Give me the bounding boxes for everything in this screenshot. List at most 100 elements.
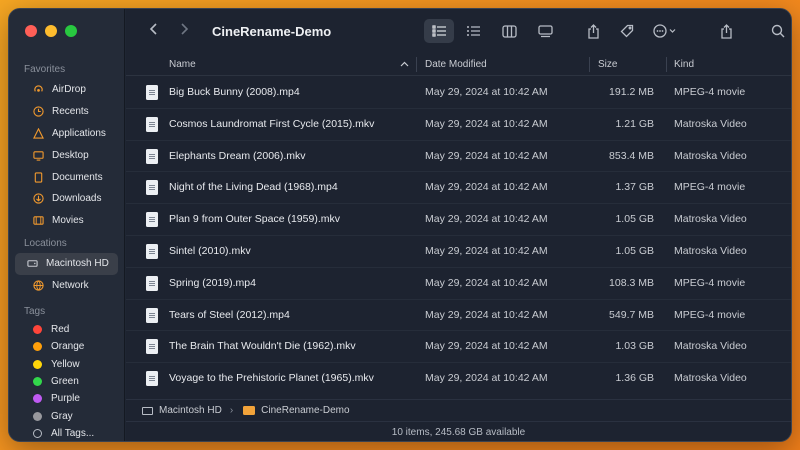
forward-button[interactable] xyxy=(172,22,196,41)
toolbar: CineRename-Demo xyxy=(126,9,791,53)
desktop-icon xyxy=(33,150,44,161)
file-size: 1.05 GB xyxy=(615,213,654,226)
table-row[interactable]: Big Buck Bunny (2008).mp4 May 29, 2024 at… xyxy=(126,77,791,109)
file-name: Tears of Steel (2012).mp4 xyxy=(169,308,290,321)
file-kind: Matroska Video xyxy=(674,149,747,162)
table-row[interactable]: Tears of Steel (2012).mp4 May 29, 2024 at… xyxy=(126,300,791,332)
sidebar-item-airdrop[interactable]: AirDrop xyxy=(15,79,118,101)
sidebar-item-label: Downloads xyxy=(52,193,102,205)
video-file-icon xyxy=(146,275,158,291)
path-root[interactable]: Macintosh HD xyxy=(159,405,222,416)
minimize-button[interactable] xyxy=(45,25,57,37)
gallery-view-button[interactable] xyxy=(530,19,560,43)
green-tag-dot-icon xyxy=(33,377,42,387)
sort-chevron-up-icon[interactable] xyxy=(400,53,409,76)
video-file-icon xyxy=(146,307,158,323)
download-icon xyxy=(33,193,44,205)
columns-icon xyxy=(501,24,517,38)
harddrive-icon xyxy=(142,406,153,415)
sidebar-item-network[interactable]: Network xyxy=(15,275,118,297)
zoom-button[interactable] xyxy=(65,25,77,37)
sidebar-item-downloads[interactable]: Downloads xyxy=(15,188,118,210)
video-file-icon xyxy=(146,85,158,100)
column-kind-header[interactable]: Kind xyxy=(674,53,694,76)
more-actions-button[interactable] xyxy=(646,19,684,43)
tag-button[interactable] xyxy=(612,19,642,43)
applications-icon xyxy=(33,127,44,139)
purple-tag-dot-icon xyxy=(33,394,42,404)
sidebar-item-label: Red xyxy=(51,324,70,336)
file-kind: Matroska Video xyxy=(674,340,747,353)
table-row[interactable]: Spring (2019).mp4 May 29, 2024 at 10:42 A… xyxy=(126,268,791,300)
bullet-list-icon xyxy=(466,26,480,36)
tags-section: Tags Red Orange Yellow Green Purple Gray… xyxy=(9,303,124,441)
table-row[interactable]: Elephants Dream (2006).mkv May 29, 2024 a… xyxy=(126,141,791,173)
table-row[interactable]: Night of the Living Dead (1968).mp4 May 2… xyxy=(126,172,791,205)
table-row[interactable]: The Brain That Wouldn't Die (1962).mkv Ma… xyxy=(126,331,791,364)
column-name-header[interactable]: Name xyxy=(169,53,196,76)
sidebar-item-label: Desktop xyxy=(52,149,89,161)
sidebar-tag-orange[interactable]: Orange xyxy=(15,338,118,355)
file-date: May 29, 2024 at 10:42 AM xyxy=(425,308,548,321)
path-folder[interactable]: CineRename-Demo xyxy=(261,405,349,416)
sidebar-item-desktop[interactable]: Desktop xyxy=(15,144,118,166)
sidebar-tag-yellow[interactable]: Yellow xyxy=(15,356,118,373)
sidebar-tag-red[interactable]: Red xyxy=(15,321,118,338)
list-view-button[interactable] xyxy=(424,19,454,43)
file-size: 1.36 GB xyxy=(615,372,654,385)
sidebar-tag-green[interactable]: Green xyxy=(15,373,118,390)
video-file-icon xyxy=(146,116,158,132)
column-size-header[interactable]: Size xyxy=(598,53,617,76)
column-separator[interactable] xyxy=(666,57,667,72)
table-row[interactable]: Cosmos Laundromat First Cycle (2015).mkv… xyxy=(126,109,791,141)
file-date: May 29, 2024 at 10:42 AM xyxy=(425,244,548,257)
file-date: May 29, 2024 at 10:42 AM xyxy=(425,213,548,226)
sidebar-item-documents[interactable]: Documents xyxy=(15,166,118,188)
path-bar: Macintosh HD › CineRename-Demo xyxy=(126,399,791,421)
search-button[interactable] xyxy=(763,19,791,43)
column-separator[interactable] xyxy=(416,57,417,72)
file-name: Plan 9 from Outer Space (1959).mkv xyxy=(169,213,340,226)
sidebar-tag-all[interactable]: All Tags... xyxy=(15,425,118,441)
sidebar-item-label: AirDrop xyxy=(52,84,86,96)
sidebar-item-label: Green xyxy=(51,376,79,388)
column-separator[interactable] xyxy=(589,57,590,72)
share-group xyxy=(711,19,741,43)
column-date-header[interactable]: Date Modified xyxy=(425,53,487,76)
chevron-right-icon: › xyxy=(229,405,234,416)
column-view-button[interactable] xyxy=(494,19,524,43)
file-date: May 29, 2024 at 10:42 AM xyxy=(425,181,548,194)
video-file-icon xyxy=(146,371,158,387)
sidebar-item-label: Network xyxy=(52,280,89,292)
share-button[interactable] xyxy=(578,19,608,43)
sidebar-item-recents[interactable]: Recents xyxy=(15,101,118,123)
table-row[interactable]: Plan 9 from Outer Space (1959).mkv May 29… xyxy=(126,204,791,236)
back-button[interactable] xyxy=(142,22,166,41)
sidebar-item-macintosh-hd[interactable]: Macintosh HD xyxy=(15,253,118,275)
list-view-icon xyxy=(431,25,446,37)
file-kind: MPEG-4 movie xyxy=(674,308,746,321)
sidebar-item-applications[interactable]: Applications xyxy=(15,123,118,145)
close-button[interactable] xyxy=(25,25,37,37)
file-name: Voyage to the Prehistoric Planet (1965).… xyxy=(169,372,374,385)
upload-icon xyxy=(720,23,732,39)
yellow-tag-dot-icon xyxy=(33,359,42,369)
sidebar-item-movies[interactable]: Movies xyxy=(15,210,118,232)
window-controls xyxy=(25,25,77,37)
table-row[interactable]: Sintel (2010).mkv May 29, 2024 at 10:42 A… xyxy=(126,236,791,268)
sidebar-item-label: Purple xyxy=(51,393,80,405)
file-kind: MPEG-4 movie xyxy=(674,276,746,289)
favorites-section: Favorites AirDrop Recents Applications D… xyxy=(9,61,124,232)
table-row[interactable]: Voyage to the Prehistoric Planet (1965).… xyxy=(126,363,791,395)
sidebar-tag-purple[interactable]: Purple xyxy=(15,390,118,407)
file-kind: Matroska Video xyxy=(674,213,747,226)
tag-icon xyxy=(620,24,634,38)
sidebar: Favorites AirDrop Recents Applications D… xyxy=(9,9,125,441)
video-file-icon xyxy=(146,212,158,228)
sidebar-tag-gray[interactable]: Gray xyxy=(15,407,118,424)
sidebar-item-label: Orange xyxy=(51,341,85,353)
share-sheet-button[interactable] xyxy=(711,19,741,43)
file-name: The Brain That Wouldn't Die (1962).mkv xyxy=(169,340,356,353)
outline-view-button[interactable] xyxy=(458,19,488,43)
locations-section: Locations Macintosh HD Network xyxy=(9,235,124,297)
